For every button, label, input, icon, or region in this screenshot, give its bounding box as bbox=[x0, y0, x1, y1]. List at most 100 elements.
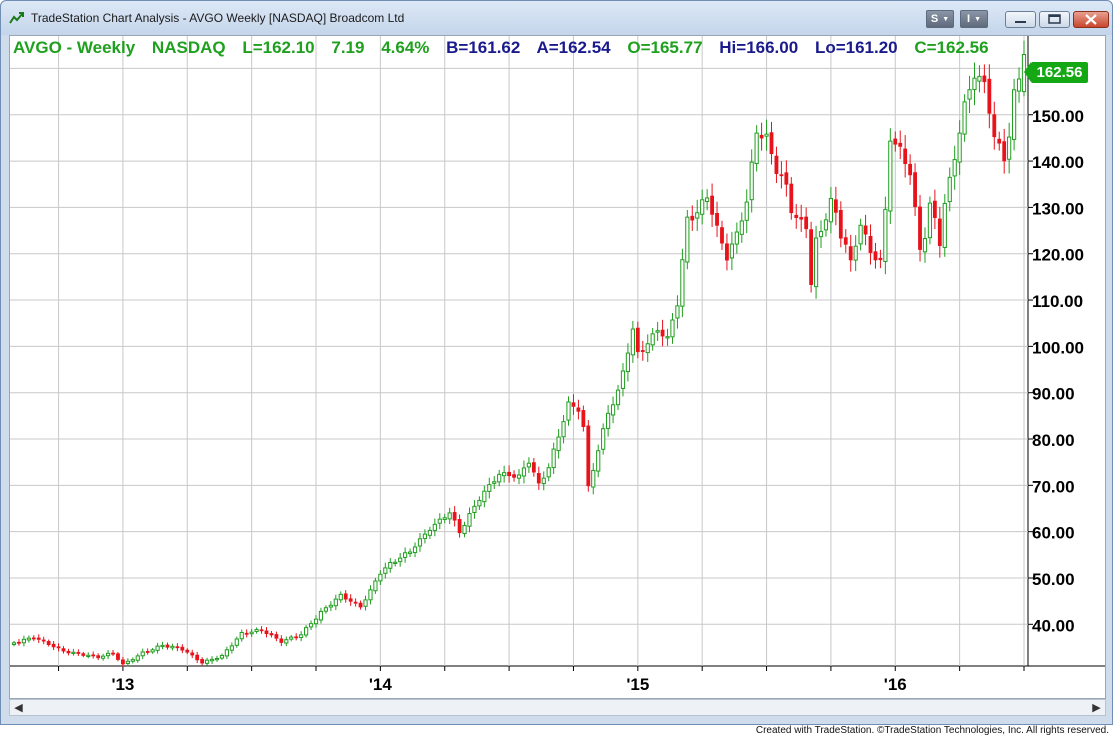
candle-body-up bbox=[922, 237, 928, 253]
candle-body-down bbox=[586, 425, 591, 487]
candle-body-down bbox=[794, 214, 799, 218]
candle-body-up bbox=[101, 655, 106, 659]
close-button[interactable] bbox=[1073, 11, 1109, 28]
candle-body-down bbox=[932, 200, 937, 218]
chart-area[interactable]: 40.00 50.00 60.00 70.00 80.00 90.00 100.00 110.… bbox=[9, 35, 1106, 699]
candle-body-down bbox=[358, 602, 363, 608]
candle-body-up bbox=[477, 499, 482, 507]
candle-body-down bbox=[720, 227, 724, 244]
candle-body-down bbox=[536, 473, 541, 484]
candle-body-up bbox=[700, 199, 705, 215]
status-high: Hi=166.00 bbox=[719, 38, 799, 57]
candle-body-down bbox=[908, 163, 913, 176]
candle-body-up bbox=[229, 645, 234, 651]
candle-body-down bbox=[512, 474, 516, 478]
last-price-tag: 162.56 bbox=[1024, 62, 1088, 83]
candle-body-down bbox=[893, 138, 898, 145]
candle-body-up bbox=[383, 567, 388, 574]
s-dropdown-button[interactable]: S ▼ bbox=[926, 10, 954, 28]
candle-body-up bbox=[71, 651, 76, 654]
candle-body-up bbox=[828, 197, 834, 223]
candle-body-down bbox=[903, 148, 908, 165]
candle-body-down bbox=[571, 402, 576, 407]
candle-body-up bbox=[130, 659, 135, 662]
maximize-button[interactable] bbox=[1039, 11, 1070, 28]
candle-body-down bbox=[863, 225, 868, 235]
candle-body-up bbox=[650, 333, 655, 346]
candle-body-up bbox=[606, 412, 611, 429]
y-tick-label: 60.00 bbox=[1032, 524, 1075, 543]
minimize-button[interactable] bbox=[1005, 11, 1036, 28]
status-bid: B=161.62 bbox=[446, 38, 521, 57]
candle-body-up bbox=[645, 343, 650, 354]
scroll-left-icon[interactable]: ◀ bbox=[10, 700, 27, 715]
candle-body-up bbox=[333, 598, 338, 607]
window-title: TradeStation Chart Analysis - AVGO Weekl… bbox=[31, 11, 405, 25]
candle-body-down bbox=[779, 174, 784, 177]
y-tick-label: 110.00 bbox=[1032, 292, 1083, 311]
candle-body-up bbox=[957, 132, 962, 163]
candle-body-up bbox=[972, 77, 977, 91]
candle-body-up bbox=[368, 589, 373, 601]
candle-body-up bbox=[521, 467, 527, 477]
candle-body-up bbox=[764, 133, 769, 137]
horizontal-scrollbar[interactable]: ◀ ▶ bbox=[9, 699, 1106, 716]
candle-body-up bbox=[407, 551, 413, 555]
candle-body-up bbox=[482, 490, 487, 503]
candle-body-down bbox=[91, 654, 96, 657]
candle-body-down bbox=[576, 407, 581, 412]
candle-body-down bbox=[507, 471, 511, 477]
price-chart[interactable]: 40.00 50.00 60.00 70.00 80.00 90.00 100.00 110.… bbox=[10, 36, 1106, 699]
candle-body-up bbox=[432, 523, 437, 531]
candle-body-up bbox=[541, 477, 546, 485]
candle-body-down bbox=[269, 633, 274, 636]
dropdown-caret-icon: ▼ bbox=[942, 15, 950, 23]
dropdown-caret-icon: ▼ bbox=[974, 15, 981, 23]
candle-body-up bbox=[447, 512, 452, 520]
candle-body-down bbox=[635, 327, 640, 353]
status-ask: A=162.54 bbox=[536, 38, 611, 57]
candle-body-down bbox=[111, 652, 115, 655]
candle-body-down bbox=[799, 217, 804, 220]
candle-body-down bbox=[264, 630, 269, 634]
x-tick-label: '15 bbox=[626, 675, 649, 694]
candle-body-up bbox=[967, 89, 972, 100]
candle-body-down bbox=[175, 646, 180, 649]
candle-body-down bbox=[294, 636, 299, 639]
candle-body-down bbox=[353, 601, 358, 604]
candle-body-down bbox=[690, 215, 695, 221]
i-dropdown-button[interactable]: I ▼ bbox=[960, 10, 988, 28]
candle-body-up bbox=[289, 636, 294, 640]
x-tick-label: '14 bbox=[369, 675, 392, 694]
chart-window: TradeStation Chart Analysis - AVGO Weekl… bbox=[0, 0, 1113, 725]
title-bar[interactable]: TradeStation Chart Analysis - AVGO Weekl… bbox=[1, 1, 1112, 35]
y-tick-label: 80.00 bbox=[1032, 431, 1075, 450]
candle-body-down bbox=[809, 229, 814, 285]
candle-body-up bbox=[412, 546, 418, 554]
candle-body-down bbox=[200, 659, 205, 664]
candle-body-up bbox=[610, 404, 616, 416]
candle-body-up bbox=[204, 659, 210, 664]
candle-body-down bbox=[259, 629, 264, 632]
candle-body-up bbox=[734, 231, 739, 245]
candle-body-down bbox=[913, 172, 917, 208]
candle-body-up bbox=[675, 305, 680, 319]
candle-body-down bbox=[843, 237, 848, 245]
candle-body-up bbox=[487, 484, 492, 492]
status-pct-change: 4.64% bbox=[381, 38, 430, 57]
s-button-label: S bbox=[930, 13, 939, 25]
candle-body-down bbox=[31, 637, 36, 640]
y-tick-label: 50.00 bbox=[1032, 570, 1075, 589]
candle-body-down bbox=[581, 410, 586, 427]
candle-body-up bbox=[125, 660, 130, 664]
candle-body-up bbox=[26, 637, 31, 641]
candle-body-down bbox=[116, 653, 120, 660]
candle-body-up bbox=[239, 631, 244, 640]
scroll-right-icon[interactable]: ▶ bbox=[1088, 700, 1105, 715]
candle-body-down bbox=[804, 216, 809, 230]
candle-body-up bbox=[883, 208, 888, 262]
candle-body-up bbox=[1011, 89, 1017, 140]
candle-body-up bbox=[813, 237, 819, 288]
candle-body-up bbox=[526, 462, 532, 468]
candle-body-down bbox=[774, 155, 779, 174]
